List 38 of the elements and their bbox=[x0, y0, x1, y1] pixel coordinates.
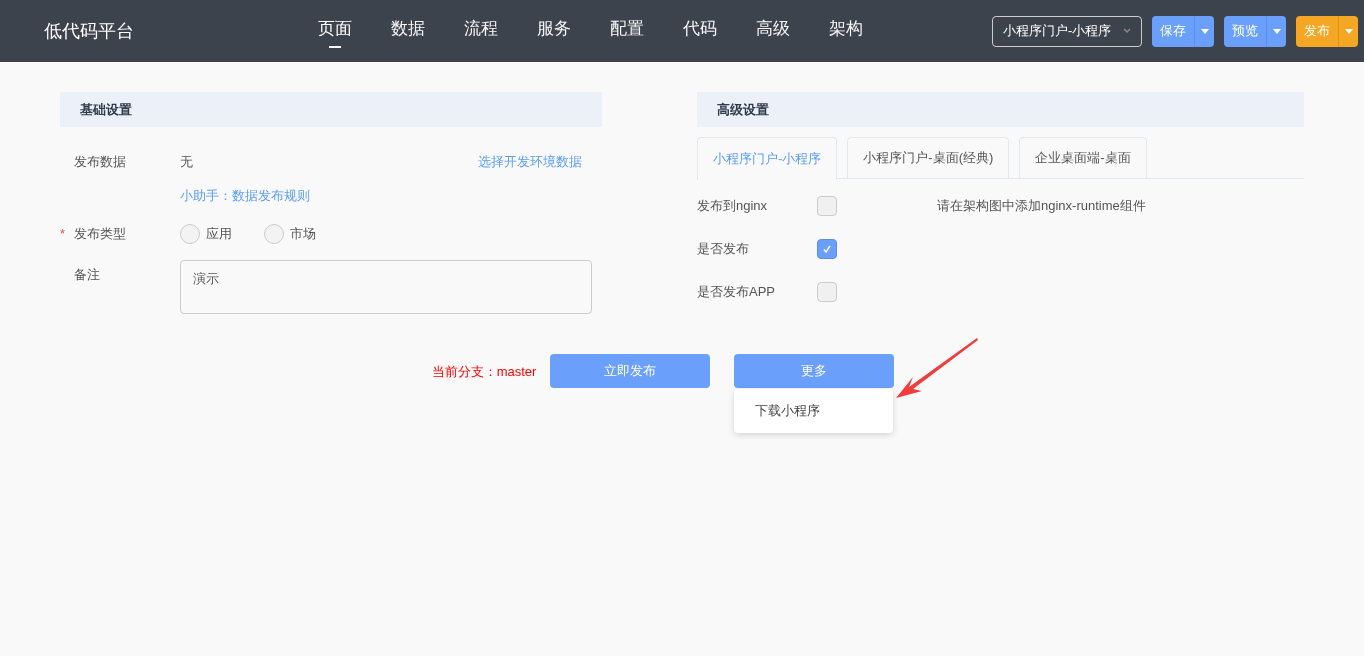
required-mark: * bbox=[60, 225, 67, 244]
hint-text: 请在架构图中添加nginx-runtime组件 bbox=[937, 196, 1146, 215]
portal-tab[interactable]: 企业桌面端-桌面 bbox=[1019, 137, 1147, 179]
section-title: 高级设置 bbox=[717, 100, 769, 119]
caret-icon bbox=[1272, 28, 1281, 34]
radio-label: 应用 bbox=[206, 225, 232, 244]
chevron-down-icon bbox=[1123, 28, 1131, 34]
remark-textarea[interactable]: 演示 bbox=[180, 260, 592, 314]
radio-label: 市场 bbox=[290, 225, 316, 244]
menu-item[interactable]: 下载小程序 bbox=[734, 392, 894, 430]
branch-text: 当前分支：master bbox=[431, 363, 537, 381]
check-icon bbox=[822, 243, 832, 254]
caret-icon bbox=[1200, 28, 1209, 34]
option-label: 是否发布APP bbox=[697, 282, 776, 301]
brand-title: 低代码平台 bbox=[44, 19, 135, 43]
nav-tab[interactable]: 代码 bbox=[683, 12, 717, 50]
portal-select[interactable]: 小程序门户-小程序 bbox=[992, 15, 1142, 47]
checkbox[interactable] bbox=[817, 195, 837, 216]
nav-tab[interactable]: 高级 bbox=[756, 12, 790, 50]
checkbox[interactable] bbox=[817, 238, 837, 259]
option-label: 发布到nginx bbox=[697, 196, 769, 215]
section-title: 基础设置 bbox=[80, 100, 132, 119]
nav-tab[interactable]: 页面 bbox=[318, 12, 352, 50]
nav-tab[interactable]: 服务 bbox=[537, 12, 571, 50]
field-label: 发布类型 bbox=[74, 225, 126, 244]
field-value: 无 bbox=[180, 153, 193, 171]
option-label: 是否发布 bbox=[697, 239, 750, 258]
field-label: 备注 bbox=[73, 266, 101, 284]
nav-tab[interactable]: 架构 bbox=[829, 12, 863, 50]
nav-tab[interactable]: 流程 bbox=[464, 12, 498, 50]
checkbox[interactable] bbox=[817, 281, 837, 302]
radio-button[interactable] bbox=[180, 224, 200, 244]
nav-tab[interactable]: 数据 bbox=[391, 12, 425, 50]
portal-tab[interactable]: 小程序门户-桌面(经典) bbox=[847, 137, 1010, 179]
caret-icon bbox=[1344, 28, 1353, 34]
field-label: 发布数据 bbox=[73, 153, 127, 171]
radio-button[interactable] bbox=[264, 224, 284, 244]
nav-tab[interactable]: 配置 bbox=[610, 12, 644, 50]
